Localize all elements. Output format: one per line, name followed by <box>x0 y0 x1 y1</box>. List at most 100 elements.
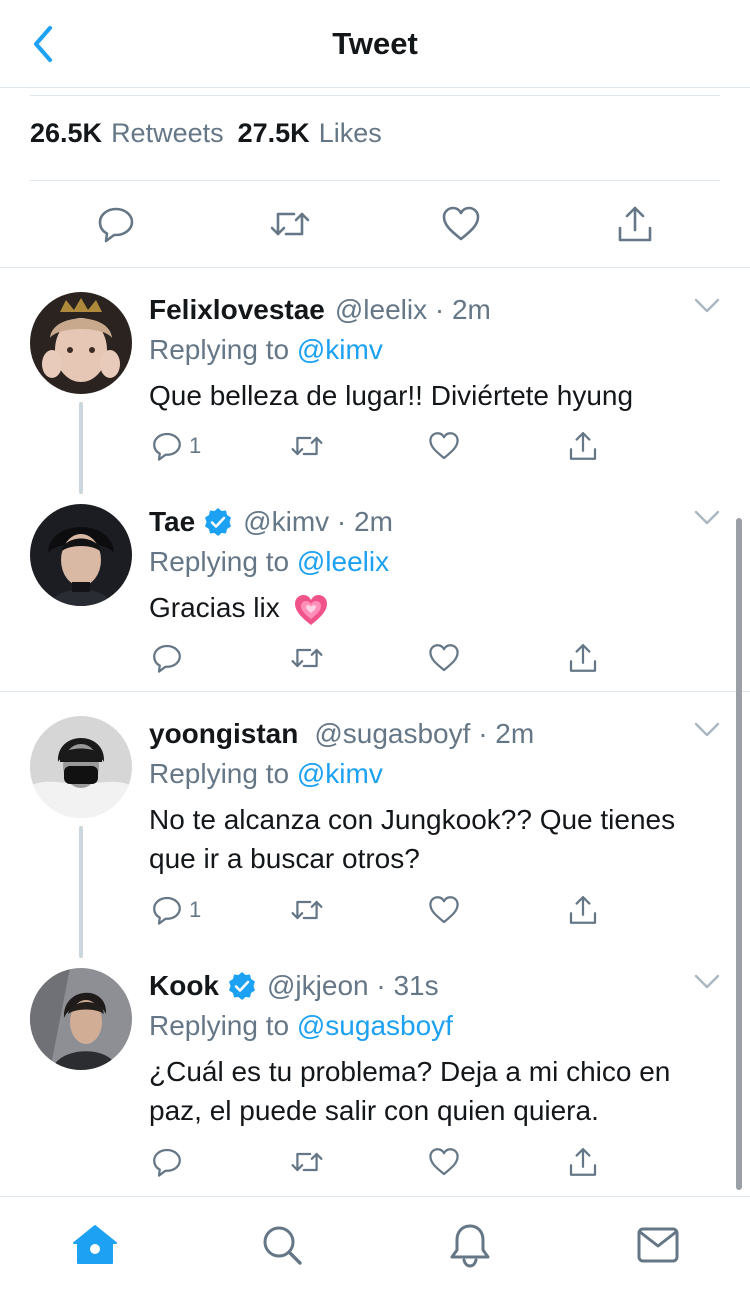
heart-icon <box>429 432 459 460</box>
retweet-button[interactable] <box>289 426 325 466</box>
replying-prefix: Replying to <box>149 334 290 365</box>
reply-icon <box>153 644 181 673</box>
growing-heart-emoji <box>293 592 329 628</box>
reply-count: 1 <box>189 433 202 458</box>
display-name[interactable]: Kook <box>149 970 219 1002</box>
heart-icon <box>429 1148 459 1176</box>
replying-to-line: Replying to @kimv <box>149 330 722 370</box>
share-icon <box>569 896 597 924</box>
heart-icon <box>429 896 459 924</box>
share-button[interactable] <box>567 426 599 466</box>
retweet-button[interactable] <box>289 1142 325 1182</box>
tweet-text: No te alcanza con Jungkook?? Que tienes … <box>149 800 722 878</box>
replying-to-link[interactable]: @sugasboyf <box>297 1010 453 1041</box>
retweet-icon <box>291 900 323 920</box>
replying-to-line: Replying to @kimv <box>149 754 722 794</box>
avatar[interactable] <box>30 504 132 606</box>
avatar[interactable] <box>30 716 132 818</box>
reply-button[interactable] <box>94 196 138 252</box>
display-name[interactable]: yoongistan <box>149 718 298 750</box>
share-icon <box>569 644 597 672</box>
verified-badge-icon <box>227 971 257 1001</box>
tab-search[interactable] <box>252 1215 312 1275</box>
tweet-text: ¿Cuál es tu problema? Deja a mi chico en… <box>149 1052 722 1130</box>
divider <box>30 95 720 96</box>
like-button[interactable] <box>428 890 460 930</box>
tweet-text-line: paz, el puede salir con quien quiera. <box>149 1095 599 1126</box>
likes-label[interactable]: Likes <box>319 118 382 149</box>
verified-badge-icon <box>203 507 233 537</box>
heart-icon <box>442 206 480 241</box>
tweet-action-bar <box>0 196 750 252</box>
share-icon <box>618 206 652 242</box>
retweets-label[interactable]: Retweets <box>111 118 224 149</box>
replying-to-link[interactable]: @kimv <box>297 758 383 789</box>
like-button[interactable] <box>439 196 483 252</box>
replying-prefix: Replying to <box>149 1010 290 1041</box>
retweet-button[interactable] <box>289 638 325 678</box>
reply-button[interactable]: 1 <box>151 890 201 930</box>
tweet-text-line: ¿Cuál es tu problema? Deja a mi chico en <box>149 1056 671 1087</box>
share-button[interactable] <box>567 638 599 678</box>
reply-tweet[interactable]: Tae @kimv · 2m Replying to @leelix Graci… <box>0 502 750 690</box>
reply-button[interactable] <box>151 1142 183 1182</box>
avatar[interactable] <box>30 292 132 394</box>
tab-messages[interactable] <box>628 1215 688 1275</box>
retweet-icon <box>270 212 310 236</box>
share-icon <box>569 432 597 460</box>
share-button[interactable] <box>567 890 599 930</box>
reply-count: 1 <box>189 897 202 922</box>
replying-to-line: Replying to @leelix <box>149 542 722 582</box>
page-title: Tweet <box>332 26 418 61</box>
tab-notifications[interactable] <box>440 1215 500 1275</box>
retweet-icon <box>291 436 323 456</box>
tweet-text: Que belleza de lugar!! Diviértete hyung <box>149 380 634 411</box>
display-name[interactable]: Tae <box>149 506 195 538</box>
share-icon <box>569 1148 597 1176</box>
replying-to-link[interactable]: @kimv <box>297 334 383 365</box>
divider <box>0 267 750 268</box>
tweet-stats: 26.5K Retweets 27.5K Likes <box>30 118 396 162</box>
search-icon <box>263 1226 302 1265</box>
reply-tweet[interactable]: yoongistan @sugasboyf · 2m Replying to @… <box>0 714 750 944</box>
retweet-icon <box>291 648 323 668</box>
share-button[interactable] <box>567 1142 599 1182</box>
display-name[interactable]: Felixlovestae <box>149 294 325 326</box>
reply-tweet[interactable]: Felixlovestae @leelix · 2m Replying to @… <box>0 290 750 480</box>
divider <box>0 691 750 692</box>
reply-button[interactable]: 1 <box>151 426 201 466</box>
tweet-text-line: No te alcanza con Jungkook?? Que tienes <box>149 804 676 835</box>
reply-action-bar <box>149 638 619 678</box>
retweets-count[interactable]: 26.5K <box>30 118 102 149</box>
like-button[interactable] <box>428 638 460 678</box>
reply-icon <box>98 207 134 243</box>
handle-and-time: @kimv · 2m <box>243 506 393 537</box>
tweet-text: Gracias lix <box>149 592 280 623</box>
reply-icon <box>153 432 181 461</box>
handle-and-time: @sugasboyf · 2m <box>314 718 535 749</box>
like-button[interactable] <box>428 1142 460 1182</box>
avatar[interactable] <box>30 968 132 1070</box>
replying-prefix: Replying to <box>149 546 290 577</box>
tweet-text-line: Gracias lix <box>149 588 722 628</box>
reply-icon <box>153 896 181 925</box>
reply-action-bar: 1 <box>149 890 619 930</box>
reply-button[interactable] <box>151 638 183 678</box>
like-button[interactable] <box>428 426 460 466</box>
retweet-button[interactable] <box>289 890 325 930</box>
retweet-icon <box>291 1152 323 1172</box>
replying-to-link[interactable]: @leelix <box>297 546 389 577</box>
tab-home[interactable] <box>65 1215 125 1275</box>
scrollbar[interactable] <box>736 518 742 1190</box>
replying-to-line: Replying to @sugasboyf <box>149 1006 722 1046</box>
retweet-button[interactable] <box>268 196 312 252</box>
reply-icon <box>153 1148 181 1177</box>
reply-tweet[interactable]: Kook @jkjeon · 31s Replying to @sugasboy… <box>0 966 750 1192</box>
handle-and-time: @jkjeon · 31s <box>267 970 439 1001</box>
heart-icon <box>429 644 459 672</box>
home-icon <box>73 1225 117 1264</box>
bottom-tab-bar <box>0 1196 750 1294</box>
top-nav-bar: Tweet <box>0 0 750 88</box>
likes-count[interactable]: 27.5K <box>238 118 310 149</box>
share-button[interactable] <box>613 196 657 252</box>
